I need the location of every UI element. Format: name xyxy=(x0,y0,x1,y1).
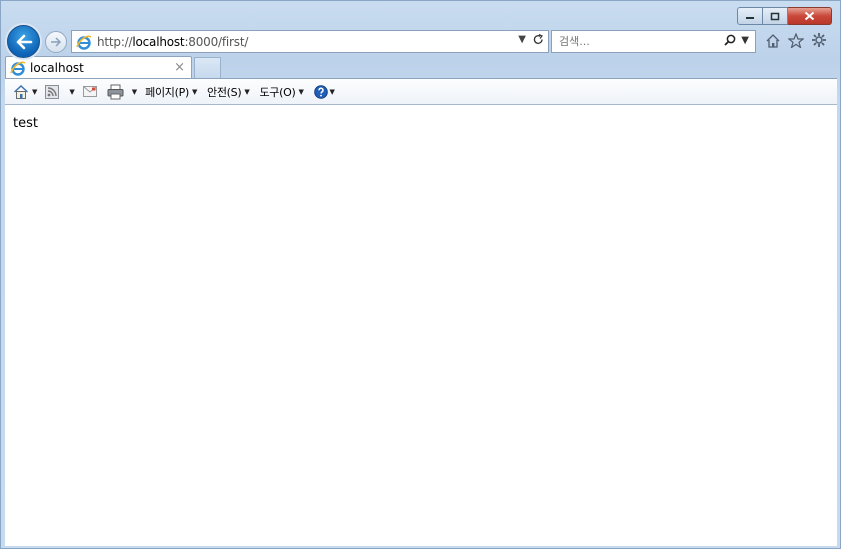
mail-command[interactable] xyxy=(82,85,99,98)
forward-button[interactable] xyxy=(45,31,67,53)
feeds-dropdown-icon[interactable]: ▼ xyxy=(69,88,74,96)
tab-ie-icon xyxy=(10,60,26,76)
navigation-bar: http://localhost:8000/first/ ▼ ▼ xyxy=(7,25,837,58)
help-menu[interactable]: ▼ xyxy=(313,84,335,99)
address-dropdown-icon[interactable]: ▼ xyxy=(518,34,526,45)
address-tools: ▼ xyxy=(518,34,544,45)
rss-feed-icon xyxy=(45,84,60,99)
search-dropdown-icon[interactable]: ▼ xyxy=(741,35,749,46)
url-path: :8000/first/ xyxy=(184,34,249,49)
restore-button[interactable] xyxy=(763,7,788,25)
tab-localhost[interactable]: localhost × xyxy=(5,56,192,78)
tools-menu-label: 도구(O) xyxy=(259,85,296,99)
page-menu-dropdown-icon: ▼ xyxy=(191,87,198,96)
new-tab-button[interactable] xyxy=(194,57,221,78)
tab-label: localhost xyxy=(30,60,84,75)
window-caption-buttons xyxy=(737,7,832,25)
restore-icon xyxy=(770,12,780,20)
tab-strip: localhost × xyxy=(5,56,837,78)
back-button[interactable] xyxy=(7,25,40,58)
safety-menu-label: 안전(S) xyxy=(207,85,242,99)
feeds-command[interactable]: ▼ xyxy=(45,84,75,99)
page-body-text: test xyxy=(13,116,38,131)
address-bar[interactable]: http://localhost:8000/first/ ▼ xyxy=(71,30,549,53)
url-prefix: http:// xyxy=(97,34,133,49)
tools-menu[interactable]: 도구(O) ▼ xyxy=(259,84,303,100)
back-arrow-icon xyxy=(16,34,32,49)
refresh-icon[interactable] xyxy=(533,34,544,45)
safety-menu[interactable]: 안전(S) ▼ xyxy=(207,84,250,100)
favorites-star-icon[interactable] xyxy=(788,32,804,48)
search-box[interactable]: ▼ xyxy=(551,30,756,53)
search-icon[interactable] xyxy=(724,34,736,46)
printer-icon xyxy=(107,84,124,99)
page-menu-label: 페이지(P) xyxy=(145,85,189,99)
address-url[interactable]: http://localhost:8000/first/ xyxy=(97,35,248,49)
home-icon[interactable] xyxy=(765,33,781,48)
minimize-button[interactable] xyxy=(737,7,763,25)
home-command[interactable]: ▼ xyxy=(13,84,37,100)
search-input[interactable] xyxy=(559,35,709,48)
command-bar: ▼ ▼ ▼ 페이지(P) ▼ 안전(S) ▼ 도구(O) ▼ ▼ xyxy=(5,78,837,105)
print-dropdown-icon[interactable]: ▼ xyxy=(132,88,137,96)
forward-arrow-icon xyxy=(51,37,62,47)
close-icon xyxy=(804,11,815,21)
home-page-icon xyxy=(14,84,28,99)
browser-right-icons xyxy=(765,32,827,48)
gear-icon[interactable] xyxy=(811,32,827,48)
mail-icon xyxy=(82,86,97,97)
tools-menu-dropdown-icon: ▼ xyxy=(298,87,304,96)
tab-close-icon[interactable]: × xyxy=(174,60,185,75)
help-icon xyxy=(313,84,328,99)
browser-window: http://localhost:8000/first/ ▼ ▼ xyxy=(0,0,841,549)
safety-menu-dropdown-icon: ▼ xyxy=(244,87,250,96)
print-command[interactable]: ▼ xyxy=(107,84,137,100)
page-menu[interactable]: 페이지(P) ▼ xyxy=(145,84,197,100)
minimize-icon xyxy=(746,17,754,19)
search-tools: ▼ xyxy=(724,34,749,46)
url-host: localhost xyxy=(132,34,185,49)
close-button[interactable] xyxy=(788,7,832,25)
ie-page-icon xyxy=(76,34,92,50)
page-content: test xyxy=(5,105,837,546)
home-dropdown-icon[interactable]: ▼ xyxy=(32,88,37,96)
help-dropdown-icon: ▼ xyxy=(329,87,335,96)
